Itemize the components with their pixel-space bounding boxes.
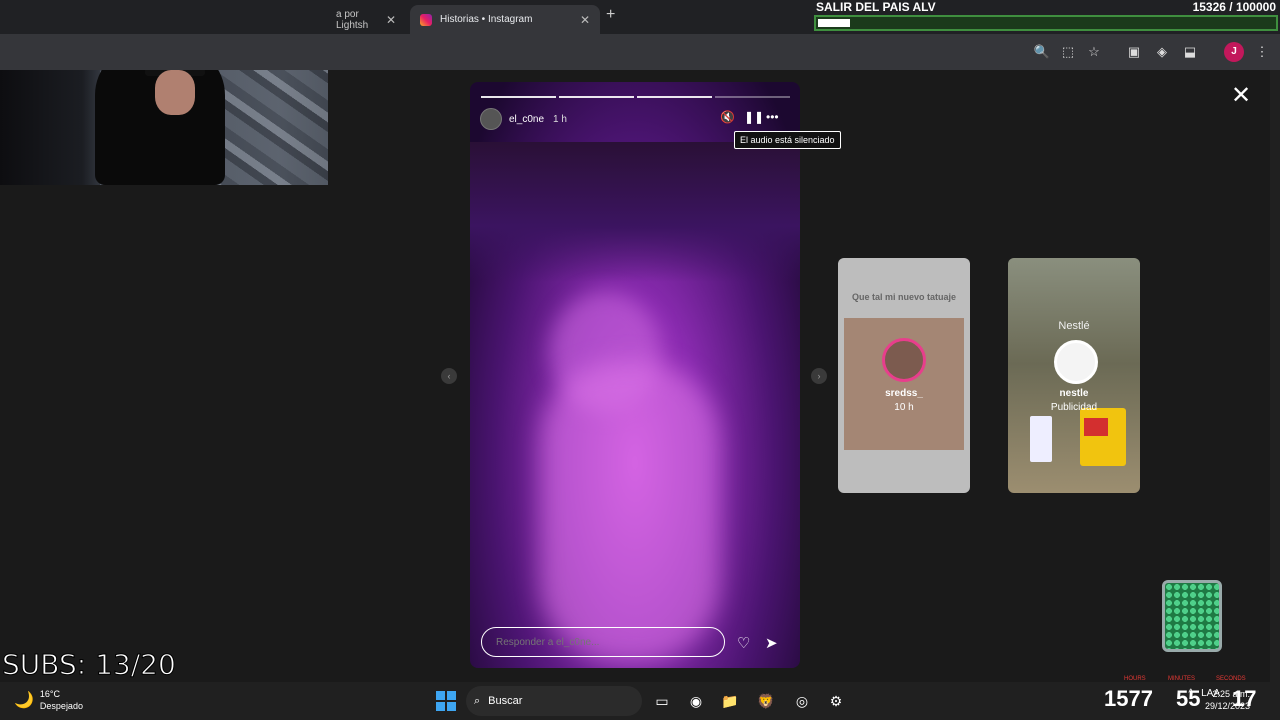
brave-icon[interactable]: 🦁: [756, 691, 776, 711]
nestle-logo: Nestlé: [1058, 320, 1090, 332]
countdown-minutes: 55: [1176, 686, 1201, 711]
extension-icon[interactable]: ◈: [1152, 42, 1172, 62]
preview-username: sredss_: [885, 388, 923, 399]
taskbar-search[interactable]: ⌕ Buscar: [466, 686, 642, 716]
story-progress-segment: [559, 96, 634, 98]
close-icon[interactable]: ✕: [1231, 84, 1251, 108]
temperature: 16°C: [39, 689, 61, 699]
tab-lightshot[interactable]: a por Lightsh ✕: [326, 5, 406, 34]
new-tab-button[interactable]: +: [606, 6, 615, 24]
countdown-hours: 1577: [1104, 686, 1153, 711]
extension-icon[interactable]: ▣: [1124, 42, 1144, 62]
tab-label: Historias • Instagram: [440, 14, 533, 25]
close-tab-icon[interactable]: ✕: [386, 13, 396, 27]
story-progress-segment: [715, 96, 790, 98]
close-tab-icon[interactable]: ✕: [580, 13, 590, 27]
preview-username: nestle: [1059, 388, 1089, 399]
countdown-seconds: 17: [1232, 686, 1257, 711]
speaker-muted-icon[interactable]: 🔇: [720, 110, 735, 124]
steam-icon[interactable]: ⚙: [826, 691, 846, 711]
more-options-icon[interactable]: •••: [766, 110, 779, 124]
prev-story-arrow[interactable]: ‹: [441, 368, 457, 384]
instagram-icon: [420, 13, 432, 26]
install-icon[interactable]: ⬚: [1058, 42, 1078, 62]
story-preview-sredss[interactable]: Que tal mi nuevo tatuaje sredss_ 10 h: [838, 258, 970, 493]
story-header: el_c0ne 1 h: [480, 108, 567, 130]
hours-label: HOURS: [1124, 676, 1146, 682]
preview-sublabel: Publicidad: [1050, 402, 1098, 413]
story-media-lights: [470, 142, 800, 282]
reply-input[interactable]: [481, 627, 725, 657]
menu-kebab-icon[interactable]: ⋮: [1252, 42, 1272, 62]
seconds-label: SECONDS: [1216, 676, 1246, 682]
weather-condition: Despejado: [39, 701, 83, 711]
minutes-label: MINUTES: [1168, 676, 1195, 682]
search-label: Buscar: [488, 695, 523, 707]
task-view-icon[interactable]: ▭: [652, 691, 672, 711]
subs-counter: SUBS: 13/20: [2, 648, 177, 682]
milk-glass: [1030, 416, 1052, 462]
muted-tooltip: El audio está silenciado: [734, 131, 841, 149]
next-story-arrow[interactable]: ›: [811, 368, 827, 384]
story-progress-segment: [481, 96, 556, 98]
story-user-avatar[interactable]: [480, 108, 502, 130]
zoom-icon[interactable]: 🔍: [1032, 42, 1052, 62]
goal-count: 15326 / 100000: [1192, 0, 1276, 14]
story-progress: [481, 96, 790, 98]
heart-icon[interactable]: ♡: [737, 634, 750, 652]
gem-jar-widget: [1162, 580, 1222, 652]
app-icon[interactable]: ◎: [792, 691, 812, 711]
tab-instagram[interactable]: Historias • Instagram ✕: [410, 5, 600, 34]
face: [155, 70, 195, 115]
weather-widget[interactable]: 🌙 16°C Despejado: [14, 688, 83, 712]
puzzle-icon[interactable]: ⬓: [1180, 42, 1200, 62]
story-viewer[interactable]: el_c0ne 1 h 🔇 ❚❚ •••: [470, 82, 800, 668]
preview-avatar: [882, 338, 926, 382]
tab-label: a por Lightsh: [336, 8, 369, 31]
windows-taskbar: 🌙 16°C Despejado ⌕ Buscar ▭ ◉ 📁 🦁 ◎ ⚙ ^ …: [0, 682, 1280, 720]
preview-avatar: [1054, 340, 1098, 384]
klim-can: [1080, 408, 1126, 466]
story-media-body: [540, 362, 720, 662]
browser-toolbar: 🔍 ⬚ ☆ ▣ ◈ ⬓ J ⋮: [0, 34, 1280, 70]
goal-progress-fill: [818, 19, 850, 27]
scrollbar[interactable]: [1270, 70, 1280, 682]
preview-time: 10 h: [894, 402, 914, 413]
pause-icon[interactable]: ❚❚: [744, 110, 764, 124]
bookmark-star-icon[interactable]: ☆: [1084, 42, 1104, 62]
windows-start-icon[interactable]: [436, 691, 456, 711]
goal-progress-bar: [814, 15, 1278, 31]
chrome-icon[interactable]: ◉: [686, 691, 706, 711]
moon-icon: 🌙: [14, 692, 34, 709]
story-preview-nestle[interactable]: Nestlé nestle Publicidad: [1008, 258, 1140, 493]
preview-title: Que tal mi nuevo tatuaje: [851, 292, 957, 302]
file-explorer-icon[interactable]: 📁: [720, 691, 740, 711]
story-progress-segment: [637, 96, 712, 98]
goal-name: SALIR DEL PAIS ALV: [816, 0, 936, 14]
profile-avatar[interactable]: J: [1224, 42, 1244, 62]
send-icon[interactable]: ➤: [765, 634, 778, 652]
goal-overlay: SALIR DEL PAIS ALV 15326 / 100000: [814, 0, 1278, 32]
search-icon: ⌕: [474, 694, 481, 707]
story-time: 1 h: [553, 113, 567, 125]
story-username[interactable]: el_c0ne: [509, 114, 544, 125]
